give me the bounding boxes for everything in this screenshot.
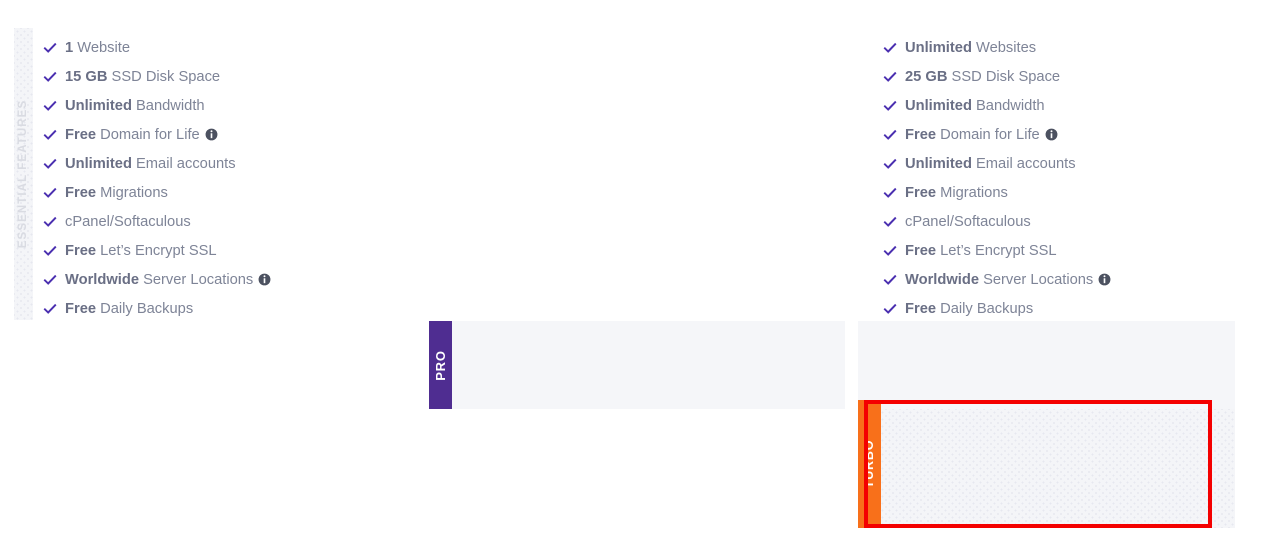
feature-label-emphasis: Free bbox=[65, 301, 97, 318]
feature-label: 15 GB SSD Disk Space bbox=[65, 69, 221, 86]
feature-row: Worldwide Server Locations bbox=[42, 266, 412, 295]
feature-label-emphasis: Unlimited bbox=[65, 98, 132, 115]
turbo-col-pro-band bbox=[858, 321, 1235, 409]
tier-badge-pro: PRO bbox=[429, 321, 452, 409]
feature-label-emphasis: Free bbox=[65, 127, 97, 144]
check-icon bbox=[42, 215, 58, 231]
essential-features-strip bbox=[14, 28, 33, 320]
feature-label: Free Daily Backups bbox=[65, 301, 194, 318]
tier-badge-turbo-label: TURBO bbox=[862, 439, 877, 489]
feature-label: cPanel/Softaculous bbox=[65, 214, 191, 231]
feature-label: Unlimited Bandwidth bbox=[65, 98, 205, 115]
feature-row: 1 Website bbox=[42, 34, 412, 63]
check-icon bbox=[42, 302, 58, 318]
check-icon bbox=[42, 273, 58, 289]
check-icon bbox=[42, 128, 58, 144]
plan-feature-comparison: ESSENTIAL FEATURES 1 Website 15 GB SSD Di… bbox=[0, 0, 1285, 537]
feature-label-emphasis: Unlimited bbox=[65, 156, 132, 173]
feature-row: 15 GB SSD Disk Space bbox=[42, 63, 412, 92]
feature-row: Free Domain for Life bbox=[42, 121, 412, 150]
info-icon[interactable] bbox=[205, 128, 218, 141]
pro-tier-band bbox=[429, 321, 845, 409]
plan-column-turbo: Unlimited Websites35 GB SSD Disk SpaceUn… bbox=[845, 0, 1285, 537]
feature-label-emphasis: 1 bbox=[65, 40, 74, 57]
check-icon bbox=[42, 244, 58, 260]
feature-label-emphasis: Worldwide bbox=[65, 272, 139, 289]
check-icon bbox=[42, 186, 58, 202]
feature-label: Unlimited Email accounts bbox=[65, 156, 236, 173]
plan-column-pro: Unlimited Websites 25 GB SSD Disk Space Un… bbox=[425, 0, 1112, 537]
feature-label-emphasis: Free bbox=[65, 243, 97, 260]
feature-row: Unlimited Email accounts bbox=[42, 150, 412, 179]
feature-row: Free Migrations bbox=[42, 179, 412, 208]
tier-badge-pro-label: PRO bbox=[433, 349, 449, 381]
feature-list-basic: 1 Website 15 GB SSD Disk Space Unlimited B… bbox=[42, 34, 412, 324]
feature-label: Free Domain for Life bbox=[65, 128, 218, 143]
plan-column-basic: ESSENTIAL FEATURES 1 Website 15 GB SSD Di… bbox=[0, 0, 425, 537]
feature-label: Free Let’s Encrypt SSL bbox=[65, 243, 217, 260]
check-icon bbox=[42, 157, 58, 173]
feature-label: 1 Website bbox=[65, 40, 131, 57]
feature-row: cPanel/Softaculous bbox=[42, 208, 412, 237]
feature-label: Worldwide Server Locations bbox=[65, 273, 271, 288]
check-icon bbox=[42, 99, 58, 115]
feature-label: Free Migrations bbox=[65, 185, 168, 202]
info-icon[interactable] bbox=[258, 273, 271, 286]
turbo-tier-band bbox=[858, 409, 1235, 528]
check-icon bbox=[42, 70, 58, 86]
tier-badge-turbo: TURBO bbox=[858, 400, 881, 528]
check-icon bbox=[42, 41, 58, 57]
feature-label-emphasis: 15 GB bbox=[65, 69, 108, 86]
feature-row: Free Daily Backups bbox=[42, 295, 412, 324]
feature-label-emphasis: Free bbox=[65, 185, 97, 202]
feature-row: Unlimited Bandwidth bbox=[42, 92, 412, 121]
feature-row: Free Let’s Encrypt SSL bbox=[42, 237, 412, 266]
